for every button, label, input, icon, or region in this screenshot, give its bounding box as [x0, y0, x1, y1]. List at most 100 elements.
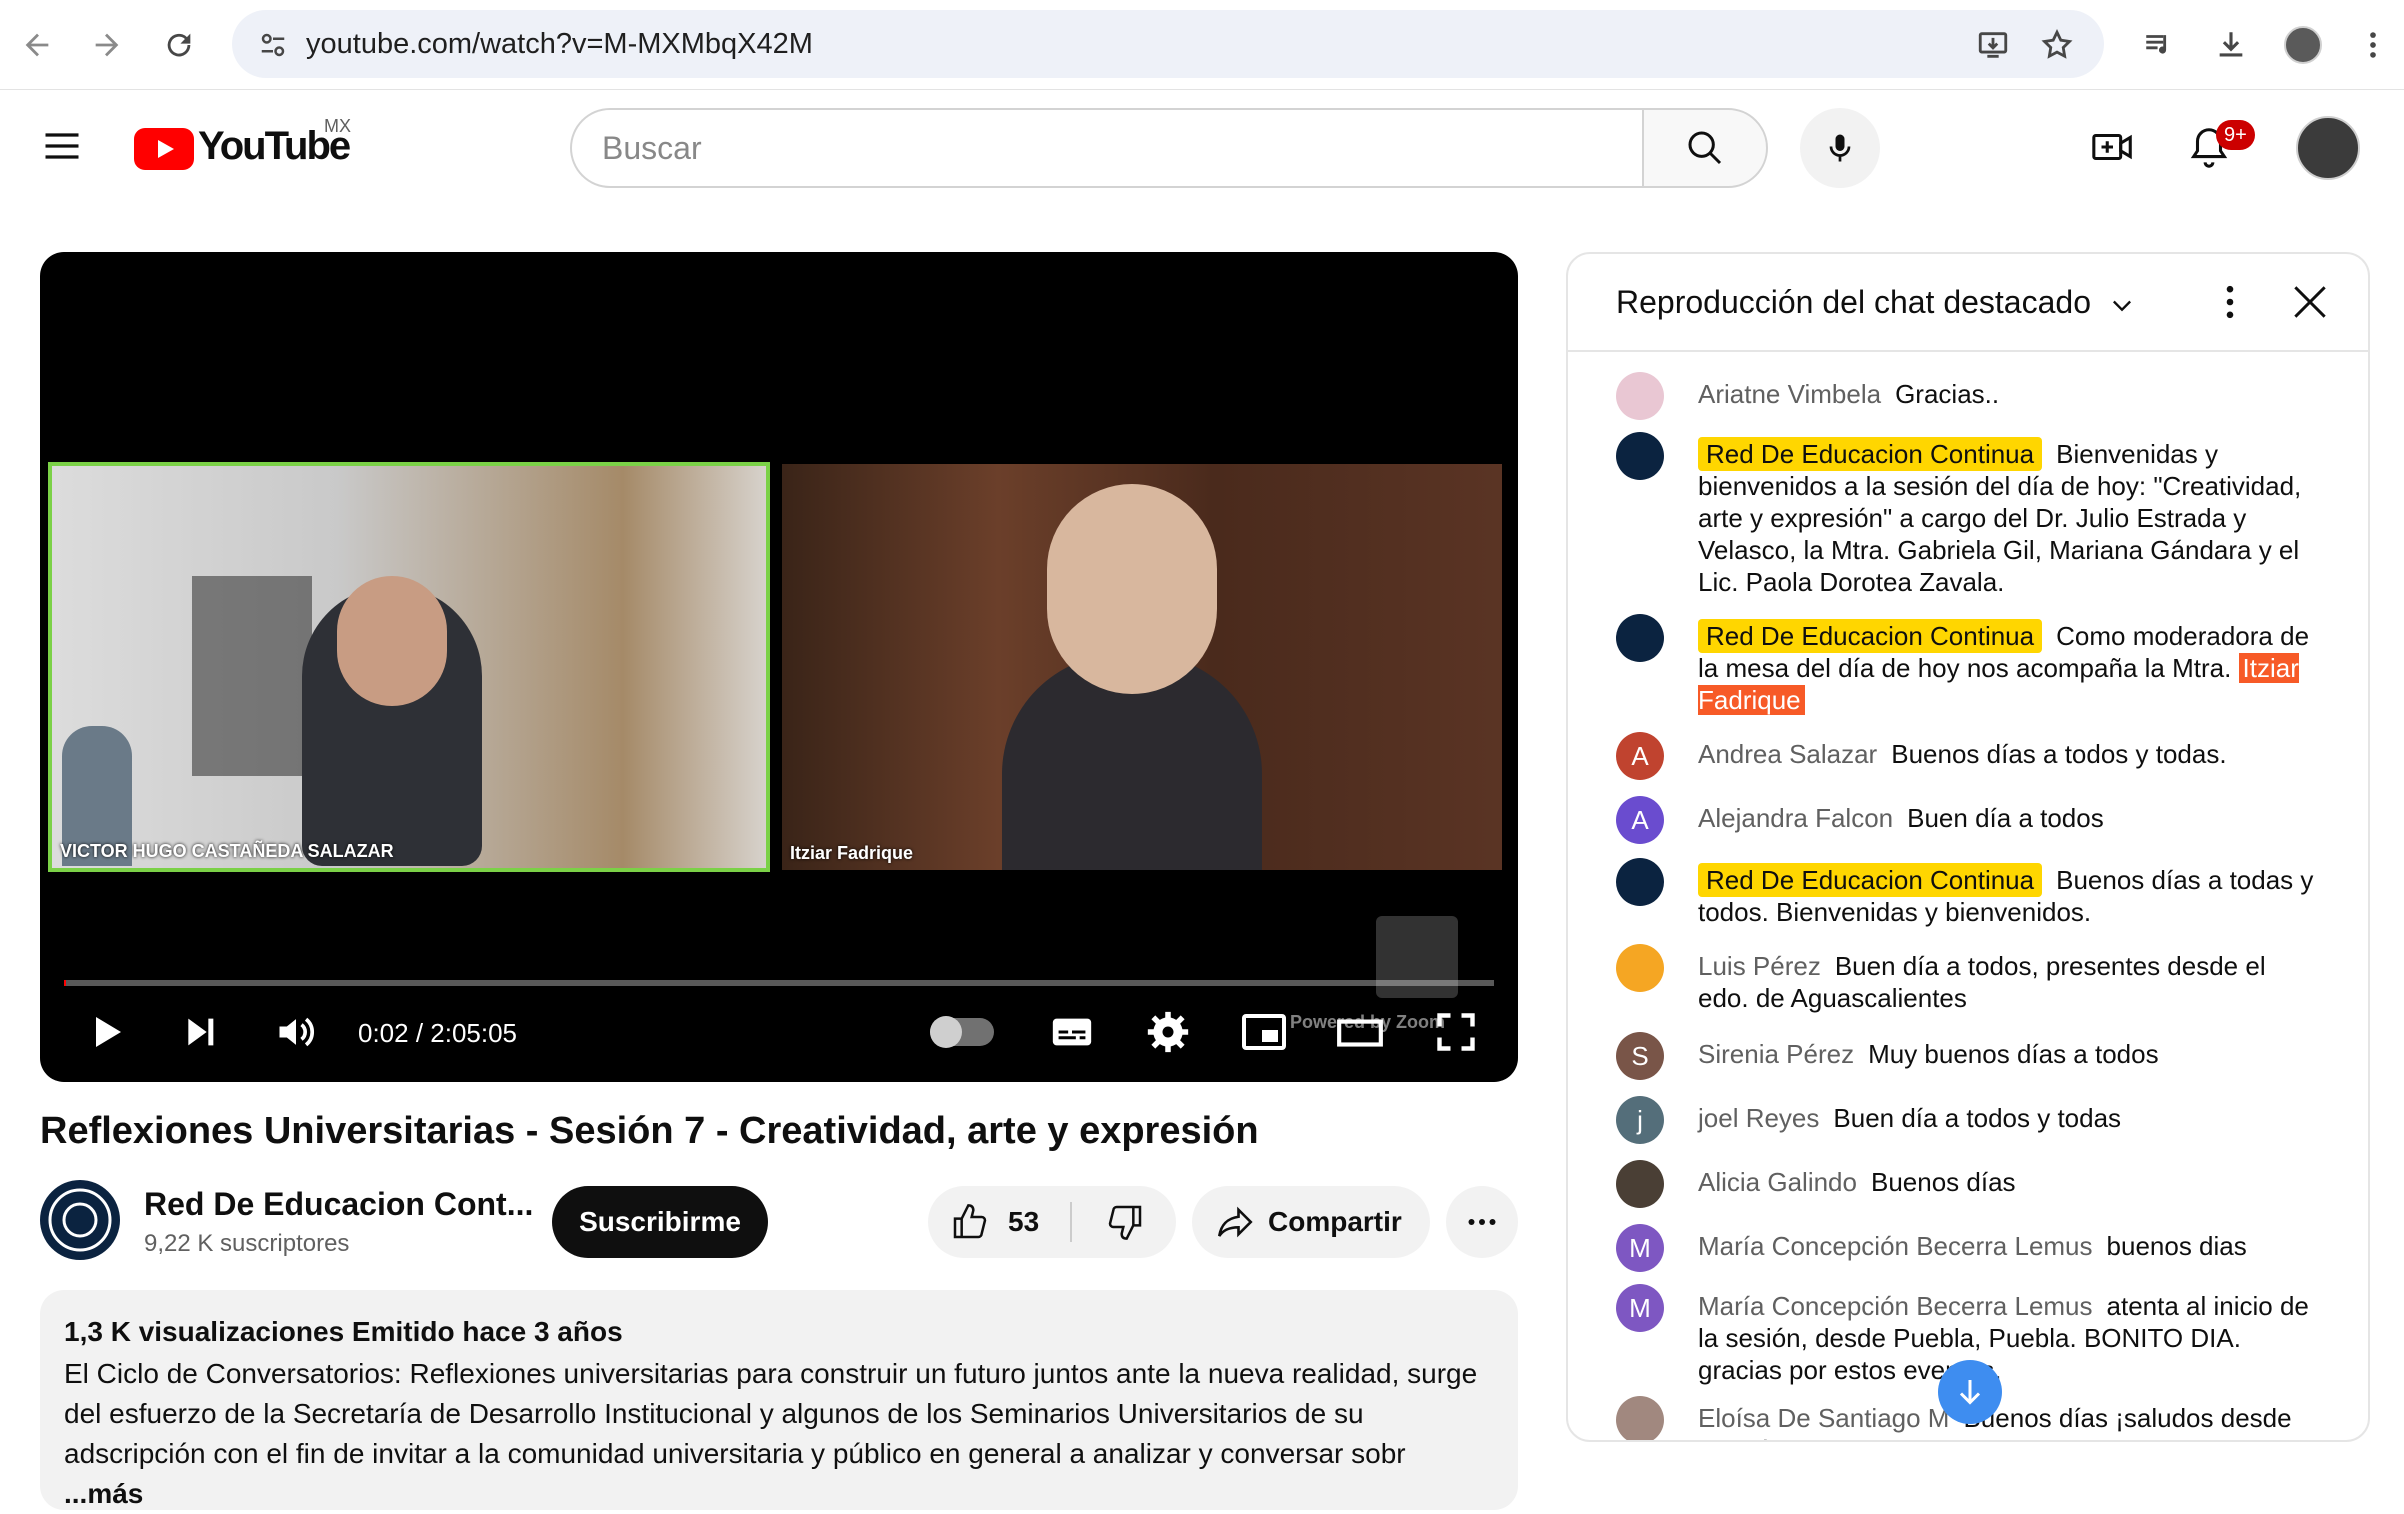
chat-author-name[interactable]: Alicia Galindo: [1698, 1167, 1857, 1197]
notifications-button[interactable]: 9+: [2186, 120, 2255, 172]
chat-author-avatar[interactable]: M: [1616, 1284, 1664, 1332]
chat-author-name[interactable]: María Concepción Becerra Lemus: [1698, 1291, 2093, 1321]
chat-author-avatar[interactable]: j: [1616, 1096, 1664, 1144]
chat-message-text: Buen día a todos: [1907, 803, 2104, 833]
subscribe-button[interactable]: Suscribirme: [552, 1186, 768, 1258]
downloads-button[interactable]: [2208, 22, 2254, 68]
account-avatar[interactable]: [2296, 116, 2360, 180]
description-body: El Ciclo de Conversatorios: Reflexiones …: [64, 1358, 1478, 1469]
chat-message-text: Buen día a todos y todas: [1833, 1103, 2122, 1133]
chat-message-body: Luis Pérez Buen día a todos, presentes de…: [1698, 950, 2318, 1014]
speaker-tile-left: VICTOR HUGO CASTAÑEDA SALAZAR: [48, 462, 770, 872]
divider: [1070, 1202, 1072, 1242]
chat-message-body: Red De Educacion Continua Bienvenidas y b…: [1698, 437, 2318, 598]
chat-message-body: joel Reyes Buen día a todos y todas: [1698, 1102, 2318, 1134]
profile-avatar: [2284, 26, 2322, 64]
chat-message-body: Sirenia Pérez Muy buenos días a todos: [1698, 1038, 2318, 1070]
create-button[interactable]: [2090, 124, 2138, 172]
chat-author-name[interactable]: Luis Pérez: [1698, 951, 1821, 981]
chat-author-name[interactable]: Sirenia Pérez: [1698, 1039, 1854, 1069]
forward-button[interactable]: [84, 22, 130, 68]
back-button[interactable]: [14, 22, 60, 68]
chat-author-name[interactable]: Red De Educacion Continua: [1698, 619, 2043, 653]
miniplayer-button[interactable]: [1234, 1002, 1294, 1062]
progress-fill: [64, 980, 66, 986]
chat-author-name[interactable]: Ariatne Vimbela: [1698, 379, 1881, 409]
chat-author-name[interactable]: Red De Educacion Continua: [1698, 863, 2043, 897]
chat-author-avatar[interactable]: [1616, 1160, 1664, 1208]
dislike-button[interactable]: [1074, 1186, 1176, 1258]
theater-icon: [1337, 1019, 1383, 1047]
chat-message-body: María Concepción Becerra Lemus atenta al …: [1698, 1290, 2318, 1386]
close-chat-button[interactable]: [2288, 280, 2334, 326]
speaker-face-right: [1047, 484, 1217, 694]
chat-message-body: María Concepción Becerra Lemus buenos dia…: [1698, 1230, 2318, 1262]
reload-button[interactable]: [156, 22, 202, 68]
chat-author-name[interactable]: Andrea Salazar: [1698, 739, 1877, 769]
chat-author-avatar[interactable]: [1616, 372, 1664, 420]
chat-author-avatar[interactable]: [1616, 1396, 1664, 1440]
bookshelf: [192, 576, 312, 776]
like-button[interactable]: 53: [928, 1186, 1072, 1258]
play-button[interactable]: [76, 1002, 136, 1062]
subtitles-button[interactable]: [1042, 1002, 1102, 1062]
chat-options-button[interactable]: [2208, 280, 2254, 326]
chat-author-avatar[interactable]: [1616, 432, 1664, 480]
search-button[interactable]: [1642, 108, 1768, 188]
chat-message-body: Andrea Salazar Buenos días a todos y toda…: [1698, 738, 2318, 770]
media-controls-button[interactable]: [2136, 22, 2182, 68]
url-text: youtube.com/watch?v=M-MXMbqX42M: [306, 28, 813, 60]
chat-message-body: Red De Educacion Continua Buenos días a t…: [1698, 863, 2318, 928]
chat-author-name[interactable]: joel Reyes: [1698, 1103, 1819, 1133]
address-bar[interactable]: youtube.com/watch?v=M-MXMbqX42M: [232, 10, 2104, 78]
chat-author-avatar[interactable]: S: [1616, 1032, 1664, 1080]
description-box[interactable]: 1,3 K visualizaciones Emitido hace 3 año…: [40, 1290, 1518, 1510]
chat-author-avatar[interactable]: [1616, 614, 1664, 662]
miniplayer-icon: [1242, 1014, 1286, 1050]
description-more-link[interactable]: ...más: [64, 1478, 143, 1509]
search-box: [570, 108, 1642, 188]
chat-header: Reproducción del chat destacado: [1568, 254, 2368, 352]
video-player[interactable]: VICTOR HUGO CASTAÑEDA SALAZAR Itziar Fad…: [40, 252, 1518, 1082]
install-app-icon: [1978, 32, 2008, 58]
chat-author-avatar[interactable]: [1616, 944, 1664, 992]
share-button[interactable]: Compartir: [1192, 1186, 1430, 1258]
autoplay-track: [930, 1016, 994, 1048]
youtube-logo[interactable]: YouTube MX: [134, 116, 374, 178]
chat-author-name[interactable]: María Concepción Becerra Lemus: [1698, 1231, 2093, 1261]
live-chat-replay-panel: Reproducción del chat destacado Ariatne …: [1566, 252, 2370, 1442]
chat-author-avatar[interactable]: M: [1616, 1224, 1664, 1272]
mute-button[interactable]: [266, 1002, 326, 1062]
settings-button[interactable]: [1138, 1002, 1198, 1062]
profile-button[interactable]: [2280, 22, 2326, 68]
chat-author-avatar[interactable]: A: [1616, 796, 1664, 844]
autoplay-toggle[interactable]: [924, 1002, 1000, 1062]
region-code: MX: [324, 116, 351, 136]
like-count: 53: [1008, 1206, 1040, 1237]
arrow-left-icon: [25, 33, 49, 57]
search-input[interactable]: [602, 110, 1602, 186]
chat-author-name[interactable]: Alejandra Falcon: [1698, 803, 1893, 833]
chat-author-name[interactable]: Eloísa De Santiago M: [1698, 1403, 1949, 1433]
channel-avatar[interactable]: [40, 1180, 120, 1260]
channel-name[interactable]: Red De Educacion Cont...: [144, 1186, 533, 1223]
chat-author-avatar[interactable]: [1616, 858, 1664, 906]
theater-mode-button[interactable]: [1330, 1002, 1390, 1062]
chat-author-avatar[interactable]: A: [1616, 732, 1664, 780]
search-icon: [1688, 131, 1722, 165]
chat-mode-selector[interactable]: Reproducción del chat destacado: [1616, 284, 2136, 321]
browser-menu-button[interactable]: [2350, 22, 2396, 68]
more-actions-button[interactable]: [1446, 1186, 1518, 1258]
more-vert-icon: [2370, 32, 2376, 58]
speaker-name-right: Itziar Fadrique: [790, 843, 914, 863]
fullscreen-button[interactable]: [1426, 1002, 1486, 1062]
scroll-to-bottom-button[interactable]: [1938, 1360, 2002, 1424]
chat-author-name[interactable]: Red De Educacion Continua: [1698, 437, 2043, 471]
guide-menu-button[interactable]: [40, 124, 88, 172]
speaker-tile-right: Itziar Fadrique: [782, 464, 1502, 870]
skip-next-icon: [188, 1018, 214, 1046]
progress-bar[interactable]: [64, 980, 1494, 986]
next-button[interactable]: [170, 1002, 230, 1062]
voice-search-button[interactable]: [1800, 108, 1880, 188]
video-add-icon: [2092, 133, 2132, 161]
